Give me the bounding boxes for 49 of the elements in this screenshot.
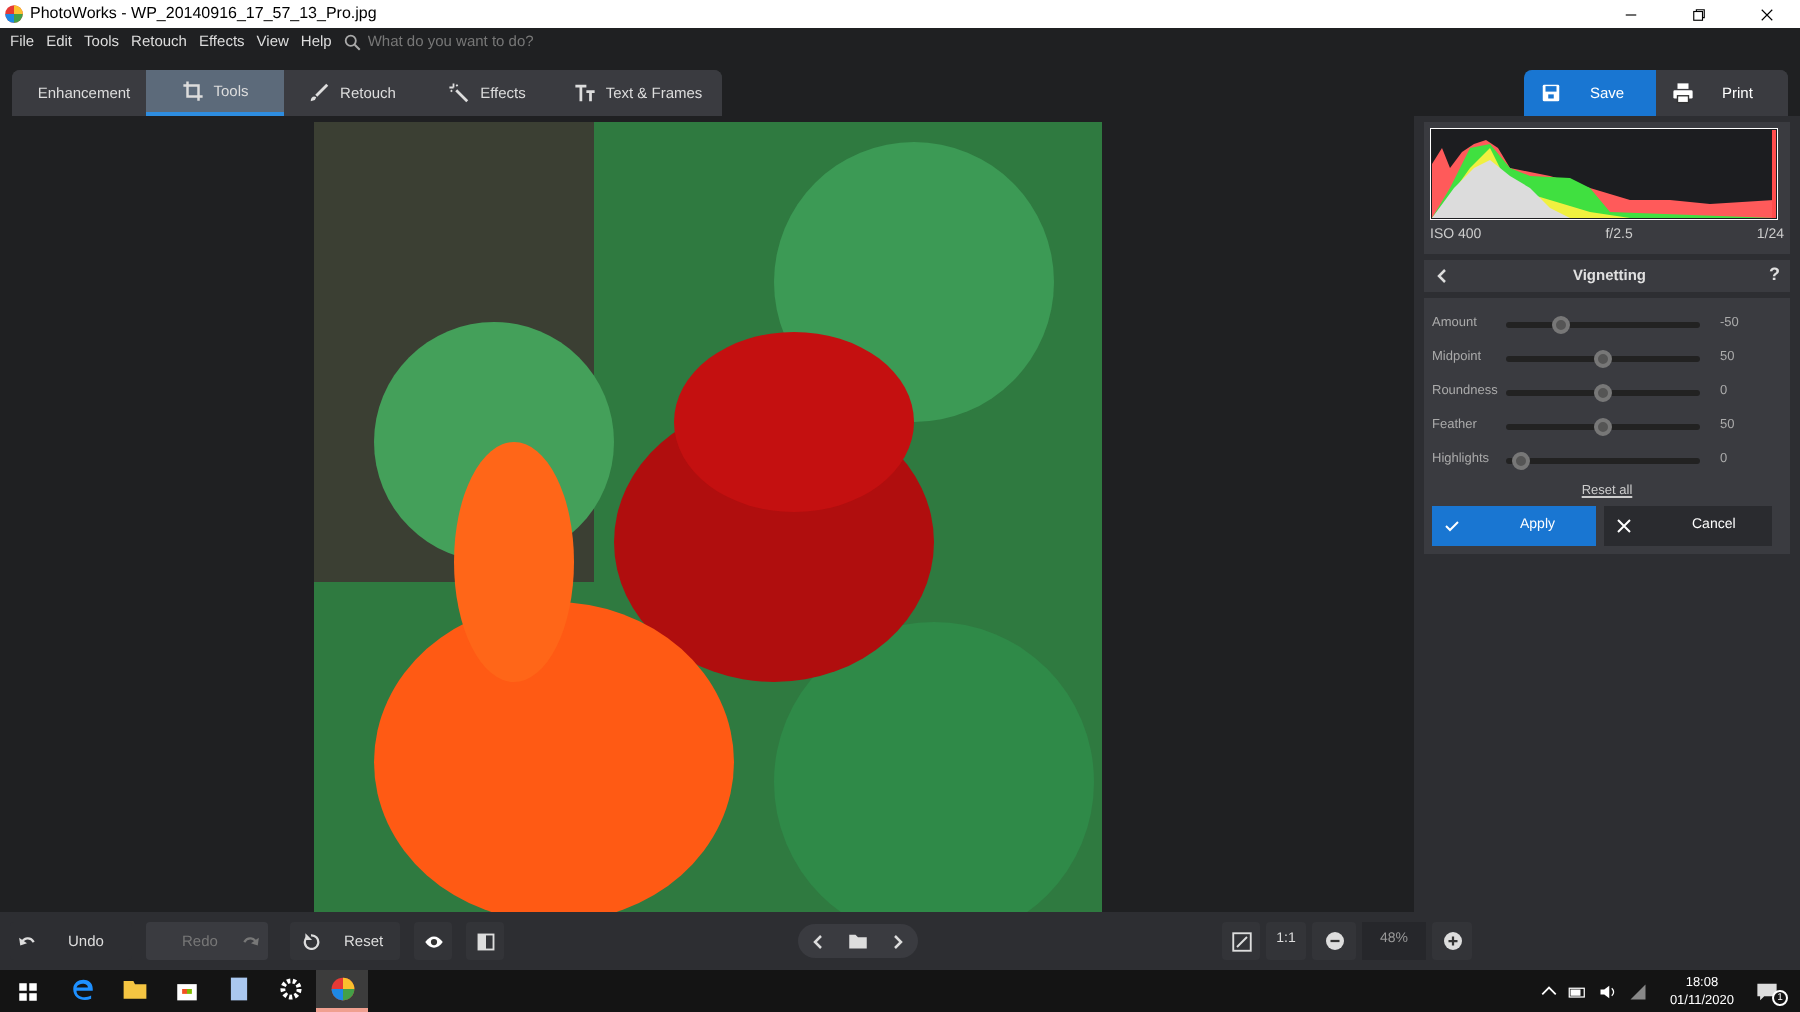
reset-icon — [302, 932, 320, 950]
close-icon — [1616, 518, 1632, 535]
previous-button[interactable] — [809, 933, 826, 949]
slider-thumb[interactable] — [1594, 349, 1612, 367]
next-button[interactable] — [890, 933, 907, 949]
search-icon — [343, 33, 362, 51]
windows-start-icon — [18, 981, 38, 1001]
slider-thumb[interactable] — [1594, 417, 1612, 435]
message-icon — [1756, 981, 1778, 1001]
fit-screen-icon — [1231, 931, 1251, 951]
zoom-out-button[interactable] — [1312, 922, 1356, 960]
document-icon — [225, 976, 251, 1002]
chevron-up-icon — [1539, 982, 1558, 1000]
network-icon — [1627, 981, 1648, 1001]
brush-icon — [308, 82, 331, 104]
minus-icon — [1325, 932, 1343, 950]
redo-arrow-icon — [242, 932, 260, 950]
preview-button[interactable] — [414, 922, 452, 960]
folder-icon[interactable] — [847, 932, 868, 950]
eye-icon — [423, 931, 443, 951]
wand-icon — [448, 82, 471, 104]
help-button[interactable]: ? — [1769, 261, 1780, 289]
window-title: PhotoWorks - WP_20140916_17_57_13_Pro.jpg — [30, 2, 377, 26]
close-icon — [1759, 7, 1773, 21]
app-logo-icon — [4, 4, 24, 24]
chevron-left-icon — [1434, 267, 1450, 283]
plus-icon — [1443, 932, 1461, 950]
slider-thumb[interactable] — [1594, 383, 1612, 401]
crop-icon — [181, 80, 204, 102]
undo-arrow-icon — [18, 932, 36, 950]
checkmark-icon — [1444, 518, 1460, 535]
browser-icon — [69, 976, 95, 1002]
slider-thumb[interactable] — [1551, 315, 1570, 333]
back-button[interactable] — [1434, 267, 1450, 283]
chevron-left-icon — [809, 933, 826, 949]
zoom-in-button[interactable] — [1432, 922, 1472, 960]
color-wheel-icon — [329, 976, 355, 1002]
chevron-right-icon — [890, 933, 907, 949]
compare-button[interactable] — [466, 922, 504, 960]
speaker-icon — [1597, 981, 1618, 1001]
text-icon — [573, 82, 596, 104]
compare-icon — [475, 931, 495, 951]
show-hidden-icons-button[interactable] — [1539, 982, 1558, 1000]
fit-screen-button[interactable] — [1222, 922, 1260, 960]
slider-thumb[interactable] — [1511, 451, 1530, 469]
maximize-icon — [1691, 7, 1705, 21]
folder-icon — [121, 976, 147, 1002]
taskbar-app-button[interactable] — [316, 970, 368, 1012]
printer-icon — [1672, 82, 1694, 104]
